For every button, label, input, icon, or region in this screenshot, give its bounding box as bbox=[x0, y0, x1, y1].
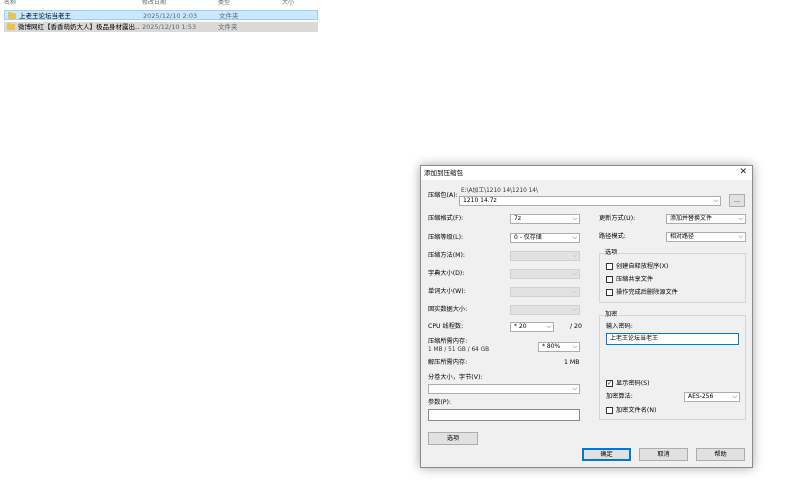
format-select[interactable]: 7z ⌵ bbox=[510, 214, 580, 224]
options-group: 选项 创建自释放程序(X) 压缩共享文件 操作完成后删除源文件 bbox=[599, 249, 746, 303]
cancel-button[interactable]: 取消 bbox=[639, 448, 688, 461]
file-row[interactable]: 上老王论坛当老王 2025/12/10 2:03 文件夹 bbox=[4, 10, 318, 20]
update-select[interactable]: 添加并替换文件 ⌵ bbox=[666, 214, 746, 224]
chevron-down-icon: ⌵ bbox=[572, 306, 577, 313]
chevron-down-icon: ⌵ bbox=[572, 252, 577, 259]
dict-label: 字典大小(D): bbox=[428, 270, 465, 277]
checkbox-icon bbox=[606, 407, 613, 414]
mem-compress-detail: 1 MB / 51 GB / 64 GB bbox=[428, 347, 490, 353]
method-label: 压缩方法(M): bbox=[428, 252, 466, 259]
close-icon[interactable]: ✕ bbox=[739, 167, 747, 178]
checkmark-icon: ✓ bbox=[606, 380, 613, 387]
folder-icon bbox=[8, 12, 16, 19]
file-row[interactable]: 微博网红【香香萌奶大人】极品身材露出… 2025/12/10 1:53 文件夹 bbox=[4, 22, 318, 32]
solid-label: 固实数据大小: bbox=[428, 306, 468, 313]
checkbox-icon bbox=[606, 263, 613, 270]
password-input[interactable]: 上老王论坛当老王 bbox=[606, 333, 739, 345]
mem-compress-select[interactable]: * 80% ⌵ bbox=[538, 342, 580, 352]
archive-name-combo[interactable]: 1210 14.7z ⌵ bbox=[459, 196, 721, 206]
file-date: 2025/12/10 2:03 bbox=[143, 12, 198, 20]
show-password-label: 显示密码(S) bbox=[616, 380, 650, 387]
chevron-down-icon: ⌵ bbox=[738, 215, 743, 222]
column-header-date[interactable]: 修改日期 bbox=[142, 0, 182, 6]
archive-path: E:\A加工\1210 14\1210 14\ bbox=[461, 188, 538, 194]
chevron-down-icon: ⌵ bbox=[572, 234, 577, 241]
chevron-down-icon: ⌵ bbox=[572, 215, 577, 222]
file-date: 2025/12/10 1:53 bbox=[142, 23, 197, 31]
add-to-archive-dialog: 添加到压缩包 ✕ 压缩包(A): E:\A加工\1210 14\1210 14\… bbox=[420, 165, 753, 468]
word-select[interactable]: ⌵ bbox=[510, 287, 580, 297]
folder-icon bbox=[7, 23, 15, 30]
enc-method-label: 加密算法: bbox=[606, 393, 633, 400]
encryption-group: 加密 输入密码: 上老王论坛当老王 ✓ 显示密码(S) 加密算法: AES-25… bbox=[599, 311, 746, 420]
dialog-titlebar[interactable]: 添加到压缩包 ✕ bbox=[421, 166, 752, 180]
chevron-down-icon: ⌵ bbox=[572, 385, 577, 392]
checkbox-icon bbox=[606, 289, 613, 296]
dict-select[interactable]: ⌵ bbox=[510, 269, 580, 279]
archive-label: 压缩包(A): bbox=[428, 192, 458, 199]
mem-decompress-value: 1 MB bbox=[564, 359, 580, 366]
word-label: 单词大小(W): bbox=[428, 288, 466, 295]
file-type: 文件夹 bbox=[218, 23, 238, 31]
chevron-down-icon: ⌵ bbox=[572, 270, 577, 277]
chevron-down-icon: ⌵ bbox=[546, 323, 551, 330]
threads-label: CPU 线程数: bbox=[428, 323, 464, 330]
column-header-type[interactable]: 类型 bbox=[218, 0, 248, 6]
level-value: 0 - 仅存储 bbox=[514, 234, 542, 241]
browse-button[interactable]: ... bbox=[729, 194, 745, 207]
chevron-down-icon: ⌵ bbox=[713, 197, 718, 204]
threads-select[interactable]: * 20 ⌵ bbox=[510, 322, 554, 332]
solid-select[interactable]: ⌵ bbox=[510, 305, 580, 315]
update-value: 添加并替换文件 bbox=[670, 215, 713, 222]
password-label: 输入密码: bbox=[606, 323, 633, 330]
ok-button[interactable]: 确定 bbox=[582, 448, 631, 461]
format-value: 7z bbox=[514, 215, 521, 222]
encryption-group-title: 加密 bbox=[604, 311, 619, 319]
enc-method-select[interactable]: AES-256 ⌵ bbox=[684, 392, 740, 402]
params-input[interactable] bbox=[428, 409, 580, 421]
path-mode-select[interactable]: 相对路径 ⌵ bbox=[666, 232, 746, 242]
split-combo[interactable]: ⌵ bbox=[428, 384, 580, 394]
method-select[interactable]: ⌵ bbox=[510, 251, 580, 261]
params-label: 参数(P): bbox=[428, 399, 452, 406]
options-button[interactable]: 选项 bbox=[428, 432, 478, 445]
chevron-down-icon: ⌵ bbox=[572, 343, 577, 350]
dialog-title: 添加到压缩包 bbox=[424, 169, 463, 177]
file-name: 微博网红【香香萌奶大人】极品身材露出… bbox=[18, 23, 140, 31]
help-button[interactable]: 帮助 bbox=[696, 448, 745, 461]
mem-decompress-label: 解压所需内存: bbox=[428, 359, 468, 366]
chevron-down-icon: ⌵ bbox=[732, 393, 737, 400]
column-header-name[interactable]: 名称 bbox=[4, 0, 44, 6]
file-name: 上老王论坛当老王 bbox=[19, 12, 71, 20]
format-label: 压缩格式(F): bbox=[428, 215, 464, 222]
threads-value: * 20 bbox=[514, 323, 527, 330]
chevron-down-icon: ⌵ bbox=[572, 288, 577, 295]
level-select[interactable]: 0 - 仅存储 ⌵ bbox=[510, 233, 580, 243]
column-header-size[interactable]: 大小 bbox=[282, 0, 312, 6]
archive-name-value: 1210 14.7z bbox=[463, 197, 497, 204]
mem-compress-label: 压缩所需内存: bbox=[428, 338, 468, 345]
enc-method-value: AES-256 bbox=[688, 393, 714, 400]
update-label: 更新方式(U): bbox=[599, 215, 636, 222]
checkbox-icon bbox=[606, 276, 613, 283]
delete-after-checkbox-label: 操作完成后删除源文件 bbox=[616, 289, 678, 296]
mem-compress-value: * 80% bbox=[542, 343, 561, 350]
encrypt-names-label: 加密文件名(N) bbox=[616, 407, 657, 414]
path-mode-value: 相对路径 bbox=[670, 233, 695, 240]
chevron-down-icon: ⌵ bbox=[738, 233, 743, 240]
level-label: 压缩等级(L): bbox=[428, 234, 464, 241]
threads-total: / 20 bbox=[570, 323, 582, 330]
file-type: 文件夹 bbox=[219, 12, 239, 20]
path-mode-label: 路径模式: bbox=[599, 233, 626, 240]
shared-files-checkbox-label: 压缩共享文件 bbox=[616, 276, 654, 283]
options-group-title: 选项 bbox=[604, 249, 619, 257]
sfx-checkbox-label: 创建自释放程序(X) bbox=[616, 263, 669, 270]
split-label: 分卷大小，字节(V): bbox=[428, 374, 483, 381]
